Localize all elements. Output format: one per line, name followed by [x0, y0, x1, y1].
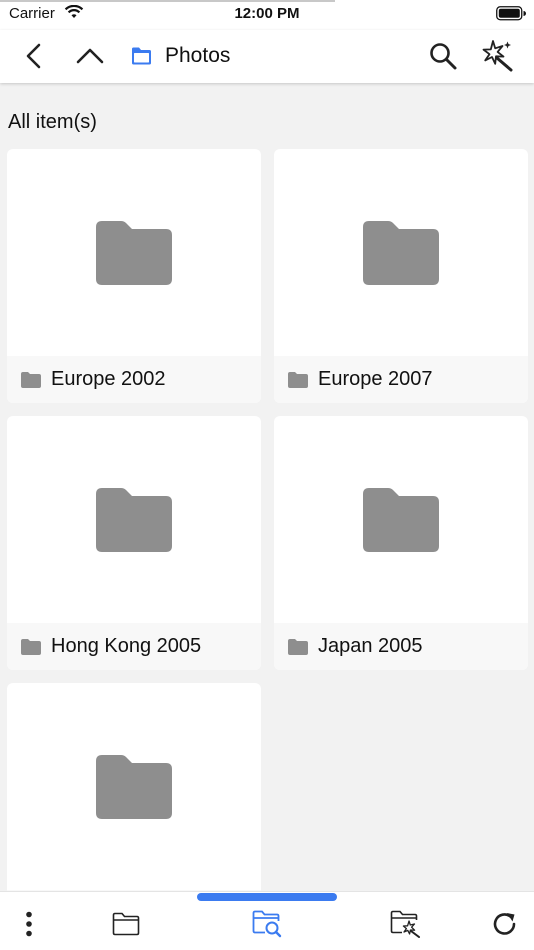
folder-icon [96, 487, 172, 552]
folder-icon [112, 912, 140, 936]
section-label: All item(s) [8, 111, 97, 133]
tab-folders[interactable] [104, 904, 148, 944]
folder-name: Europe 2007 [318, 368, 433, 390]
more-icon [26, 911, 32, 937]
folder-thumbnail [274, 416, 528, 623]
folder-thumbnail [7, 416, 261, 623]
page-title: Photos [165, 44, 231, 67]
back-button[interactable] [14, 36, 54, 76]
folder-caption: Europe 2002 [7, 356, 261, 403]
more-button[interactable] [7, 904, 51, 944]
folder-search-icon [252, 910, 282, 938]
folder-thumbnail [7, 683, 261, 890]
tab-folder-search[interactable] [245, 904, 289, 944]
folder-card[interactable]: Europe 2002 [7, 149, 261, 403]
up-button[interactable] [70, 36, 110, 76]
folder-caption: Europe 2007 [274, 356, 528, 403]
folder-small-icon [21, 371, 41, 388]
refresh-button[interactable] [483, 904, 527, 944]
folder-small-icon [21, 638, 41, 655]
folder-caption: Japan 2005 [274, 623, 528, 670]
folder-name: Hong Kong 2005 [51, 635, 202, 657]
clock: 12:00 PM [234, 5, 300, 22]
refresh-icon [493, 913, 516, 935]
back-chevron-icon [26, 43, 41, 69]
folder-caption: Hong Kong 2005 [7, 623, 261, 670]
tab-bar [0, 891, 534, 950]
folder-icon [132, 47, 151, 65]
folder-thumbnail [274, 149, 528, 356]
search-button[interactable] [423, 36, 463, 76]
up-chevron-icon [76, 48, 104, 64]
magic-folder-icon [390, 910, 420, 938]
folder-thumbnail [7, 149, 261, 356]
nav-title-group: Photos [131, 42, 230, 70]
battery-icon [496, 6, 526, 26]
folder-card[interactable]: Japan 2005 [274, 416, 528, 670]
nav-bar: Photos [0, 30, 534, 83]
active-tab-indicator [197, 893, 337, 901]
folder-name: Japan 2005 [318, 635, 423, 657]
status-bar: Carrier 12:00 PM [0, 0, 534, 30]
folder-icon [96, 754, 172, 819]
folder-icon [363, 220, 439, 285]
tab-magic-folder[interactable] [384, 904, 428, 944]
folder-icon [96, 220, 172, 285]
folder-small-icon [288, 638, 308, 655]
folder-icon [363, 487, 439, 552]
folder-small-icon [288, 371, 308, 388]
folder-name: Europe 2002 [51, 368, 166, 390]
magic-wand-icon [482, 40, 513, 72]
folder-card[interactable]: Hong Kong 2005 [7, 416, 261, 670]
search-icon [430, 43, 457, 70]
status-divider [0, 0, 335, 2]
folder-card[interactable]: Europe 2007 [274, 149, 528, 403]
magic-wand-button[interactable] [477, 36, 517, 76]
